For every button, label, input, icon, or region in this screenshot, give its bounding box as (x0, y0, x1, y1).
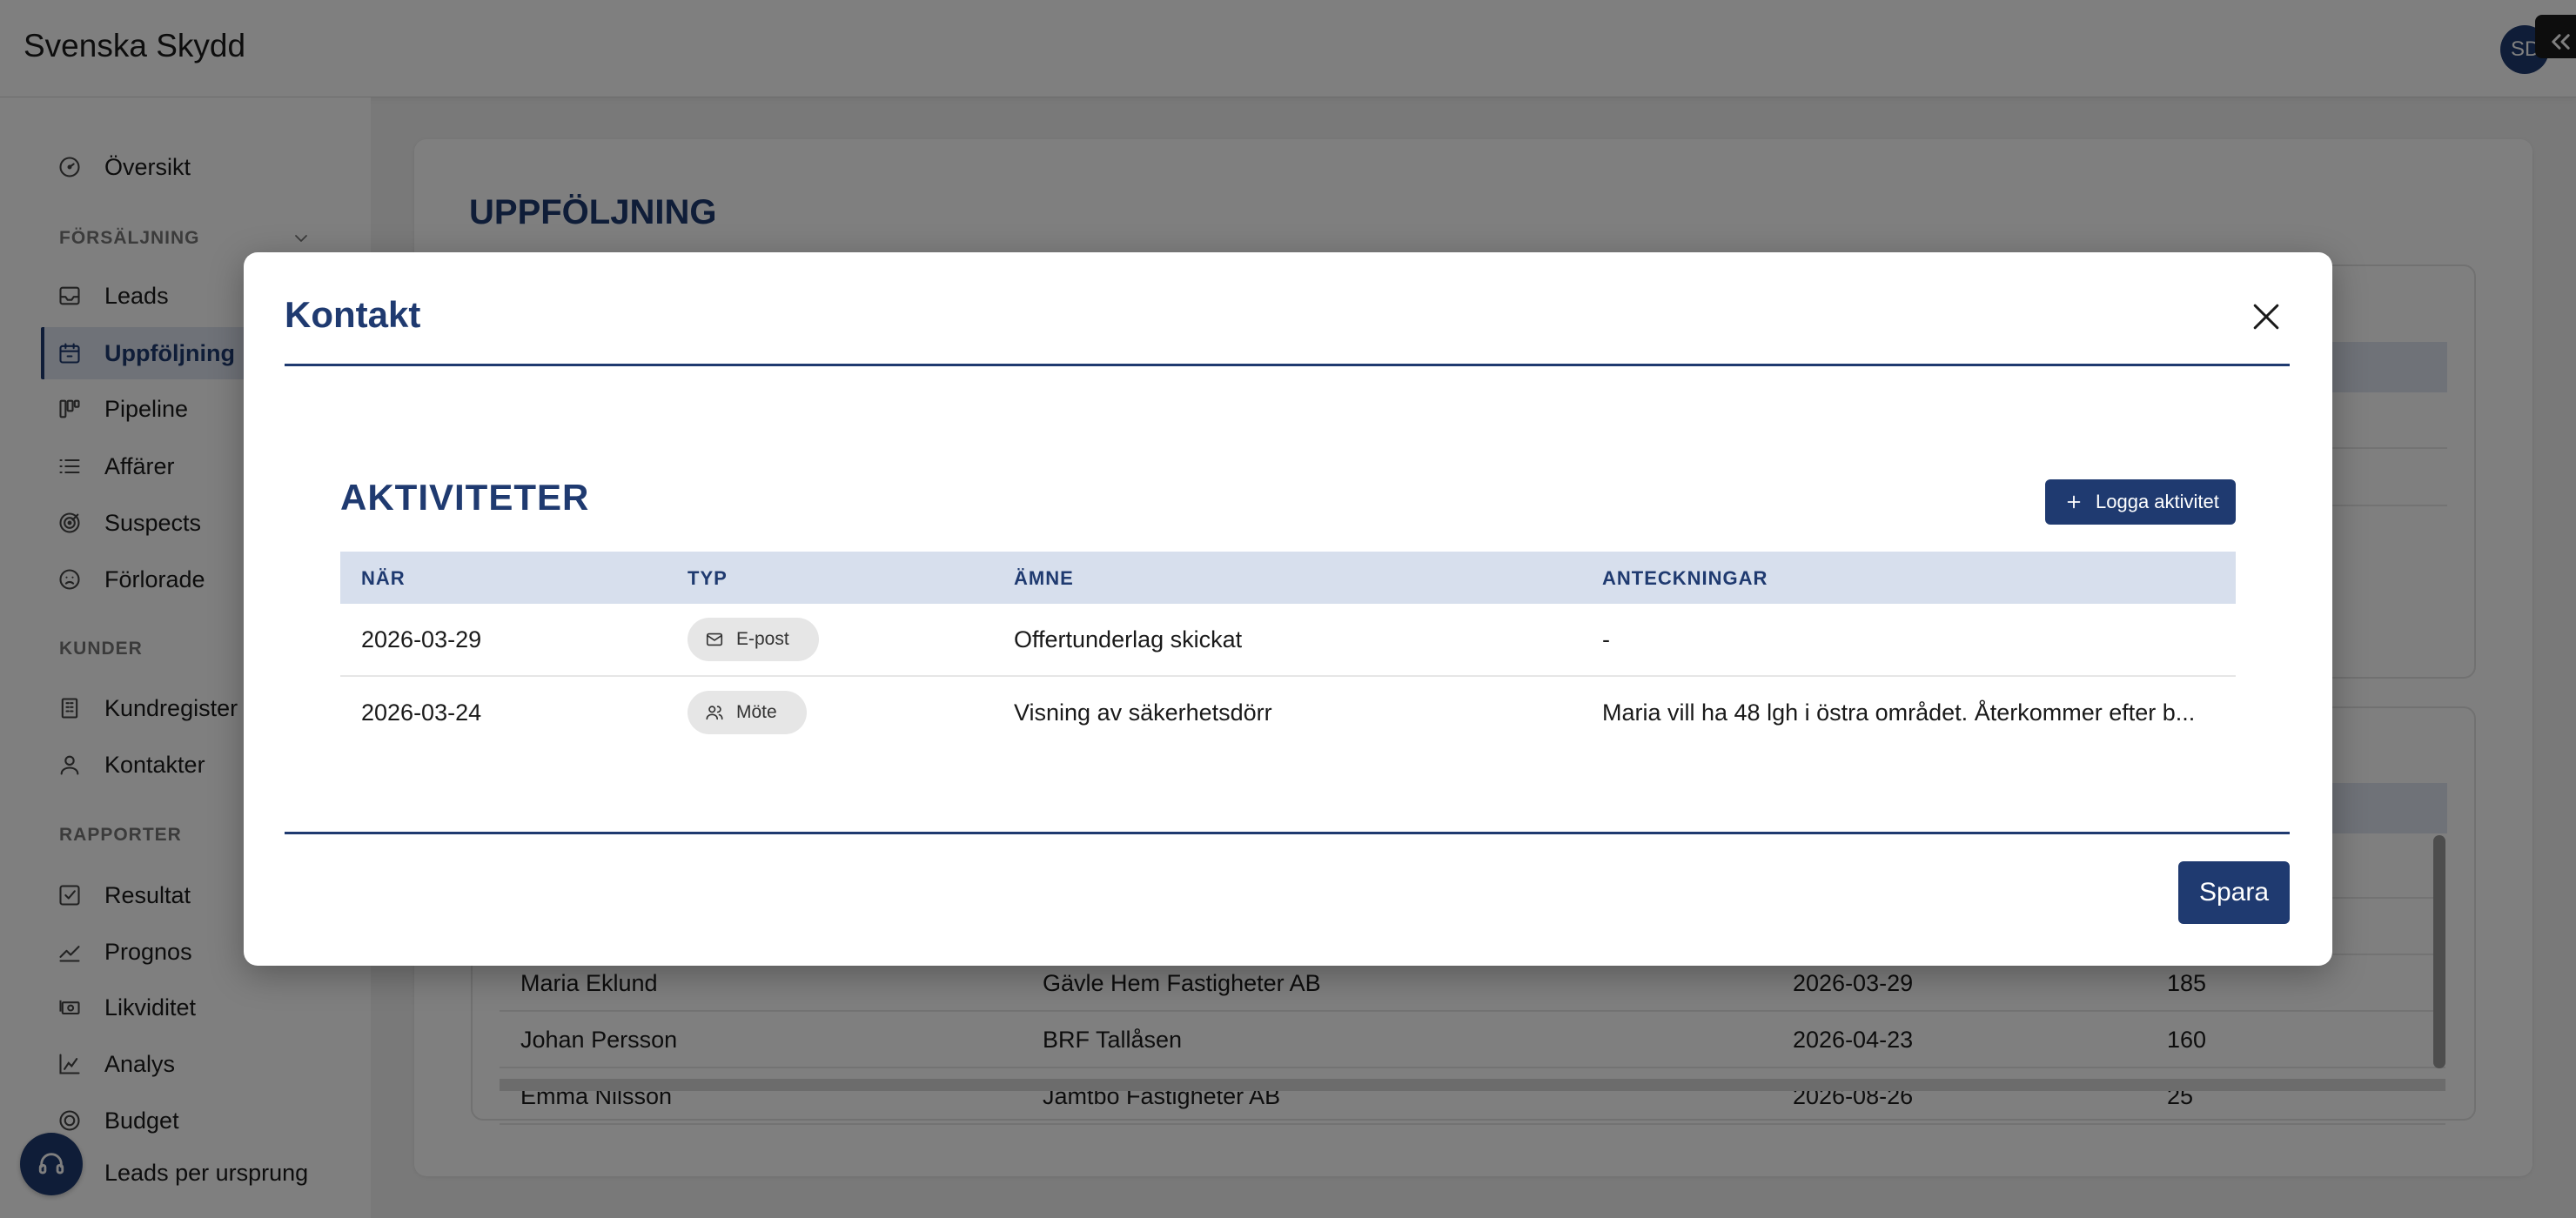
cell-when: 2026-03-29 (361, 626, 482, 652)
type-label: E-post (736, 629, 789, 649)
activities-title: AKTIVITETER (340, 477, 590, 518)
table-row[interactable]: 2026-03-24 Möte Visning av säkerhetsdörr… (340, 677, 2236, 750)
column-header-type[interactable]: TYP (688, 567, 728, 590)
cell-when: 2026-03-24 (361, 699, 482, 726)
type-label: Möte (736, 702, 777, 722)
modal-header-divider (285, 364, 2290, 366)
users-icon (705, 703, 724, 722)
modal-title: Kontakt (285, 294, 421, 335)
save-button[interactable]: Spara (2178, 861, 2290, 924)
column-header-notes[interactable]: ANTECKNINGAR (1602, 567, 1768, 590)
contact-modal: Kontakt AKTIVITETER Logga aktivitet NÄR … (244, 252, 2332, 966)
type-badge: E-post (688, 618, 819, 661)
modal-footer-divider (285, 832, 2290, 834)
cell-notes: - (1602, 626, 1610, 652)
log-activity-button[interactable]: Logga aktivitet (2045, 479, 2236, 525)
close-button[interactable] (2247, 298, 2285, 336)
table-header: NÄR TYP ÄMNE ANTECKNINGAR (340, 552, 2236, 604)
log-activity-label: Logga aktivitet (2096, 491, 2219, 512)
mail-icon (705, 630, 724, 649)
table-row[interactable]: 2026-03-29 E-post Offertunderlag skickat… (340, 604, 2236, 677)
activities-table: NÄR TYP ÄMNE ANTECKNINGAR 2026-03-29 E-p… (340, 552, 2236, 750)
type-badge: Möte (688, 691, 807, 734)
close-icon (2247, 298, 2285, 336)
column-header-subject[interactable]: ÄMNE (1014, 567, 1074, 590)
plus-icon (2064, 492, 2083, 512)
cell-notes: Maria vill ha 48 lgh i östra området. Åt… (1602, 699, 2196, 726)
cell-subject: Visning av säkerhetsdörr (1014, 699, 1272, 726)
column-header-when[interactable]: NÄR (361, 567, 406, 590)
cell-subject: Offertunderlag skickat (1014, 626, 1243, 652)
